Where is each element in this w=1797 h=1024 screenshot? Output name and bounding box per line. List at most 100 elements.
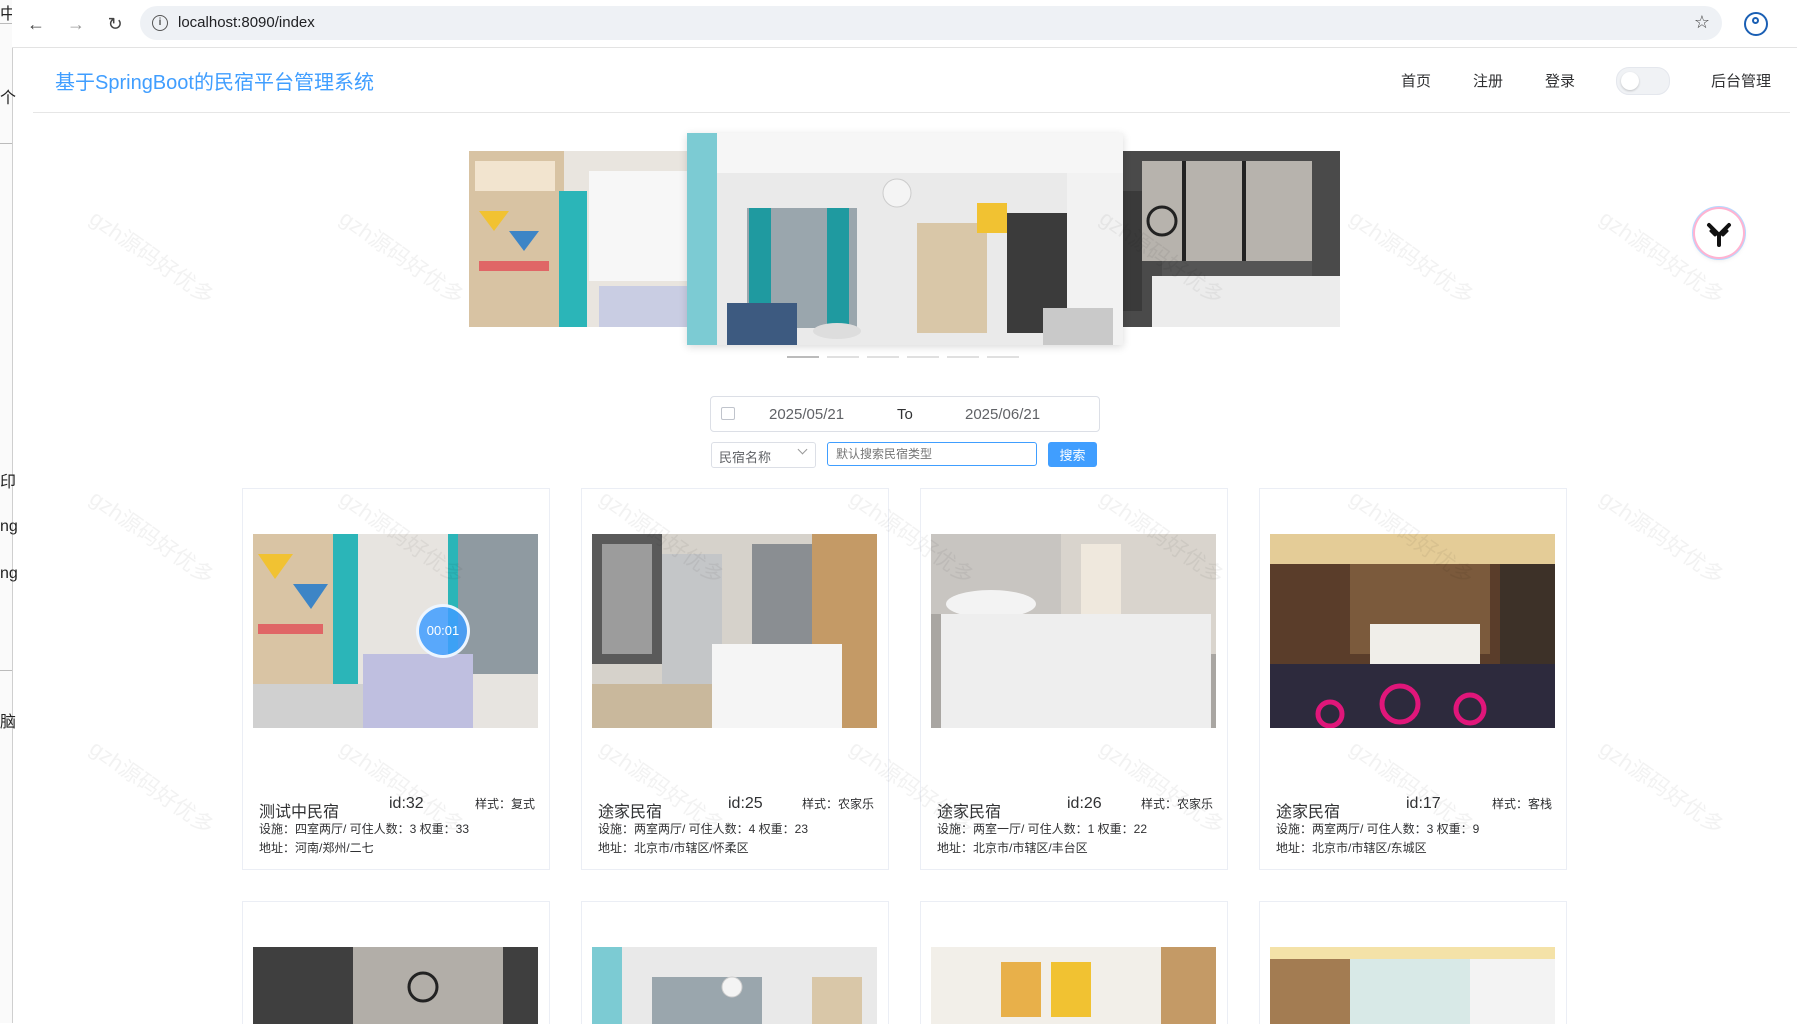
room-photo bbox=[1122, 151, 1340, 327]
listing-id: id:17 bbox=[1406, 795, 1441, 812]
divider bbox=[0, 670, 12, 671]
listing-photo[interactable] bbox=[253, 947, 538, 1024]
carousel-indicators bbox=[787, 356, 1027, 360]
listing-photo[interactable]: 00:01 bbox=[253, 534, 538, 728]
nav-admin[interactable]: 后台管理 bbox=[1711, 70, 1771, 91]
divider bbox=[0, 23, 12, 24]
room-photo bbox=[1270, 534, 1555, 728]
listing-facility: 设施：两室两厅/ 可住人数：4 权重：23 bbox=[598, 822, 809, 836]
room-photo bbox=[253, 947, 538, 1024]
edge-glyph: 脑 bbox=[0, 714, 17, 731]
end-date[interactable]: 2025/06/21 bbox=[965, 406, 1040, 423]
carousel-dot[interactable] bbox=[867, 356, 899, 358]
watermark: gzh源码好优多 bbox=[85, 205, 219, 310]
calendar-icon bbox=[721, 407, 735, 420]
room-photo bbox=[469, 151, 687, 327]
listing-style: 样式：复式 bbox=[474, 797, 535, 811]
date-range-picker[interactable]: 2025/05/21 To 2025/06/21 bbox=[710, 396, 1100, 432]
listing-card[interactable] bbox=[581, 901, 889, 1024]
profile-icon[interactable] bbox=[1744, 12, 1768, 36]
listing-card[interactable] bbox=[242, 901, 550, 1024]
listing-card[interactable]: 途家民宿 id:26 样式：农家乐 设施：两室一厅/ 可住人数：1 权重：22 … bbox=[920, 488, 1228, 870]
address-bar[interactable]: i localhost:8090/index ☆ bbox=[140, 6, 1722, 40]
listing-name[interactable]: 测试中民宿 bbox=[259, 798, 339, 822]
listing-photo[interactable] bbox=[592, 534, 877, 728]
listing-photo[interactable] bbox=[931, 534, 1216, 728]
listing-id: id:32 bbox=[389, 795, 424, 812]
listing-name[interactable]: 途家民宿 bbox=[598, 798, 662, 822]
carousel-dot[interactable] bbox=[827, 356, 859, 358]
listing-facility: 设施：两室两厅/ 可住人数：3 权重：9 bbox=[1276, 822, 1480, 836]
date-separator: To bbox=[897, 406, 913, 423]
watermark: gzh源码好优多 bbox=[85, 735, 219, 840]
watermark: gzh源码好优多 bbox=[85, 485, 219, 590]
listing-card[interactable]: 00:01 测试中民宿 id:32 样式：复式 设施：四室两厅/ 可住人数：3 … bbox=[242, 488, 550, 870]
listing-style: 样式：客栈 bbox=[1491, 797, 1552, 811]
assistant-float-icon[interactable] bbox=[1695, 209, 1743, 257]
listing-card[interactable] bbox=[1259, 901, 1567, 1024]
timer-badge: 00:01 bbox=[416, 604, 470, 658]
listing-card[interactable]: 途家民宿 id:17 样式：客栈 设施：两室两厅/ 可住人数：3 权重：9 地址… bbox=[1259, 488, 1567, 870]
room-photo bbox=[592, 534, 877, 728]
listing-address: 地址：北京市/市辖区/东城区 bbox=[1276, 841, 1427, 855]
room-photo bbox=[1270, 947, 1555, 1024]
carousel-slide-active[interactable] bbox=[687, 133, 1123, 345]
chevron-down-icon bbox=[797, 444, 808, 455]
listing-card[interactable] bbox=[920, 901, 1228, 1024]
start-date[interactable]: 2025/05/21 bbox=[769, 406, 844, 423]
listing-photo[interactable] bbox=[931, 947, 1216, 1024]
search-input[interactable] bbox=[827, 442, 1037, 466]
room-photo bbox=[592, 947, 877, 1024]
edge-glyph: ng bbox=[0, 518, 18, 535]
listing-name[interactable]: 途家民宿 bbox=[937, 798, 1001, 822]
carousel-slide-prev[interactable] bbox=[469, 151, 687, 327]
listing-card[interactable]: 途家民宿 id:25 样式：农家乐 设施：两室两厅/ 可住人数：4 权重：23 … bbox=[581, 488, 889, 870]
browser-toolbar: ← → ↻ i localhost:8090/index ☆ ⋮ bbox=[12, 0, 1797, 48]
watermark: gzh源码好优多 bbox=[1345, 205, 1479, 310]
listing-id: id:25 bbox=[728, 795, 763, 812]
divider bbox=[0, 143, 12, 144]
carousel-dot[interactable] bbox=[787, 356, 819, 358]
listing-style: 样式：农家乐 bbox=[1140, 797, 1213, 811]
nav-home[interactable]: 首页 bbox=[1401, 70, 1431, 91]
room-photo bbox=[253, 534, 538, 728]
reload-icon[interactable]: ↻ bbox=[103, 12, 127, 36]
listing-address: 地址：河南/郑州/二七 bbox=[259, 841, 374, 855]
logo-icon bbox=[1707, 223, 1731, 247]
edge-glyph: ng bbox=[0, 565, 18, 582]
back-icon[interactable]: ← bbox=[24, 12, 48, 36]
listing-facility: 设施：四室两厅/ 可住人数：3 权重：33 bbox=[259, 822, 470, 836]
room-photo bbox=[931, 947, 1216, 1024]
listing-photo[interactable] bbox=[592, 947, 877, 1024]
listing-style: 样式：农家乐 bbox=[801, 797, 874, 811]
nav-register[interactable]: 注册 bbox=[1473, 70, 1503, 91]
site-info-icon[interactable]: i bbox=[152, 15, 168, 31]
listing-photo[interactable] bbox=[1270, 534, 1555, 728]
background-window-edge: 中 个 印 ng ng 脑 bbox=[0, 0, 18, 1023]
watermark: gzh源码好优多 bbox=[1595, 485, 1729, 590]
room-photo bbox=[687, 133, 1123, 345]
nav-login[interactable]: 登录 bbox=[1545, 70, 1575, 91]
theme-toggle[interactable] bbox=[1616, 67, 1670, 95]
carousel-slide-next[interactable] bbox=[1122, 151, 1340, 327]
search-field-select[interactable]: 民宿名称 bbox=[711, 442, 816, 468]
listing-photo[interactable] bbox=[1270, 947, 1555, 1024]
menu-icon[interactable]: ⋮ bbox=[1790, 10, 1797, 31]
room-photo bbox=[931, 534, 1216, 728]
carousel-dot[interactable] bbox=[947, 356, 979, 358]
bookmark-star-icon[interactable]: ☆ bbox=[1694, 12, 1710, 33]
carousel-dot[interactable] bbox=[907, 356, 939, 358]
watermark: gzh源码好优多 bbox=[335, 205, 469, 310]
listing-facility: 设施：两室一厅/ 可住人数：1 权重：22 bbox=[937, 822, 1148, 836]
site-title[interactable]: 基于SpringBoot的民宿平台管理系统 bbox=[55, 66, 374, 95]
forward-icon[interactable]: → bbox=[64, 12, 88, 36]
search-button[interactable]: 搜索 bbox=[1048, 442, 1097, 467]
listing-address: 地址：北京市/市辖区/丰台区 bbox=[937, 841, 1088, 855]
listing-id: id:26 bbox=[1067, 795, 1102, 812]
url-text[interactable]: localhost:8090/index bbox=[178, 14, 315, 31]
listing-address: 地址：北京市/市辖区/怀柔区 bbox=[598, 841, 749, 855]
edge-glyph: 印 bbox=[0, 474, 17, 491]
listing-name[interactable]: 途家民宿 bbox=[1276, 798, 1340, 822]
carousel-dot[interactable] bbox=[987, 356, 1019, 358]
watermark: gzh源码好优多 bbox=[1595, 735, 1729, 840]
